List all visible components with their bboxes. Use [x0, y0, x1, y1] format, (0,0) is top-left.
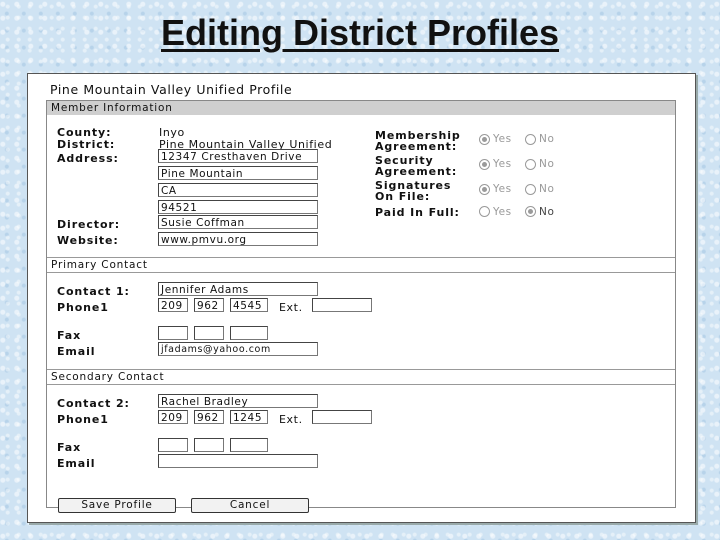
- fax2-label: Fax: [57, 441, 82, 454]
- security-yes-label: Yes: [493, 158, 512, 170]
- fax-prefix-input[interactable]: [194, 326, 224, 340]
- phone2-label: Phone1: [57, 413, 109, 426]
- window-title-bar: Pine Mountain Valley Unified Profile: [28, 74, 695, 97]
- membership-label-2: Agreement:: [375, 140, 458, 153]
- phone2-prefix-input[interactable]: 962: [194, 410, 224, 424]
- fax-label: Fax: [57, 329, 82, 342]
- phone1-ext-input[interactable]: [312, 298, 372, 312]
- cancel-button[interactable]: Cancel: [191, 498, 309, 513]
- phone1-line-input[interactable]: 4545: [230, 298, 268, 312]
- signatures-no-radio[interactable]: [525, 184, 536, 195]
- fax-area-input[interactable]: [158, 326, 188, 340]
- phone1-prefix-input[interactable]: 962: [194, 298, 224, 312]
- membership-no-label: No: [539, 133, 555, 145]
- secondary-contact-heading: Secondary Contact: [47, 370, 675, 385]
- address-label: Address:: [57, 152, 119, 165]
- membership-no-radio[interactable]: [525, 134, 536, 145]
- phone2-ext-input[interactable]: [312, 410, 372, 424]
- fax2-line-input[interactable]: [230, 438, 268, 452]
- county-value: Inyo: [159, 126, 185, 139]
- paid-in-full-label: Paid In Full:: [375, 206, 460, 219]
- signatures-label-2: On File:: [375, 190, 431, 203]
- window-title: Pine Mountain Valley Unified Profile: [50, 82, 293, 97]
- fax-line-input[interactable]: [230, 326, 268, 340]
- paid-yes-radio[interactable]: [479, 206, 490, 217]
- security-label-2: Agreement:: [375, 165, 458, 178]
- director-input[interactable]: Susie Coffman: [158, 215, 318, 229]
- security-no-label: No: [539, 158, 555, 170]
- phone1-label: Phone1: [57, 301, 109, 314]
- zip-input[interactable]: 94521: [158, 200, 318, 214]
- signatures-yes-label: Yes: [493, 183, 512, 195]
- paid-no-label: No: [539, 206, 555, 218]
- membership-yes-radio[interactable]: [479, 134, 490, 145]
- contact1-input[interactable]: Jennifer Adams: [158, 282, 318, 296]
- profile-window: Pine Mountain Valley Unified Profile Mem…: [27, 73, 696, 523]
- member-info-heading: Member Information: [47, 101, 675, 115]
- email2-input[interactable]: [158, 454, 318, 468]
- fax2-prefix-input[interactable]: [194, 438, 224, 452]
- district-label: District:: [57, 138, 116, 151]
- phone2-ext-label: Ext.: [279, 413, 303, 426]
- signatures-no-label: No: [539, 183, 555, 195]
- membership-yes-label: Yes: [493, 133, 512, 145]
- website-label: Website:: [57, 234, 119, 247]
- phone2-line-input[interactable]: 1245: [230, 410, 268, 424]
- primary-contact-heading: Primary Contact: [47, 258, 675, 273]
- email-label: Email: [57, 345, 96, 358]
- security-yes-radio[interactable]: [479, 159, 490, 170]
- security-no-radio[interactable]: [525, 159, 536, 170]
- slide-title: Editing District Profiles: [160, 12, 560, 53]
- phone2-area-input[interactable]: 209: [158, 410, 188, 424]
- city-input[interactable]: Pine Mountain: [158, 166, 318, 180]
- address-line1-input[interactable]: 12347 Cresthaven Drive: [158, 149, 318, 163]
- paid-yes-label: Yes: [493, 206, 512, 218]
- paid-no-radio[interactable]: [525, 206, 536, 217]
- signatures-yes-radio[interactable]: [479, 184, 490, 195]
- save-profile-button[interactable]: Save Profile: [58, 498, 176, 513]
- email2-label: Email: [57, 457, 96, 470]
- state-input[interactable]: CA: [158, 183, 318, 197]
- county-label: County:: [57, 126, 112, 139]
- contact2-label: Contact 2:: [57, 397, 130, 410]
- email-input[interactable]: jfadams@yahoo.com: [158, 342, 318, 356]
- director-label: Director:: [57, 218, 121, 231]
- phone1-ext-label: Ext.: [279, 301, 303, 314]
- profile-form: Member Information County: Inyo District…: [46, 100, 676, 508]
- website-input[interactable]: www.pmvu.org: [158, 232, 318, 246]
- contact1-label: Contact 1:: [57, 285, 130, 298]
- fax2-area-input[interactable]: [158, 438, 188, 452]
- contact2-input[interactable]: Rachel Bradley: [158, 394, 318, 408]
- phone1-area-input[interactable]: 209: [158, 298, 188, 312]
